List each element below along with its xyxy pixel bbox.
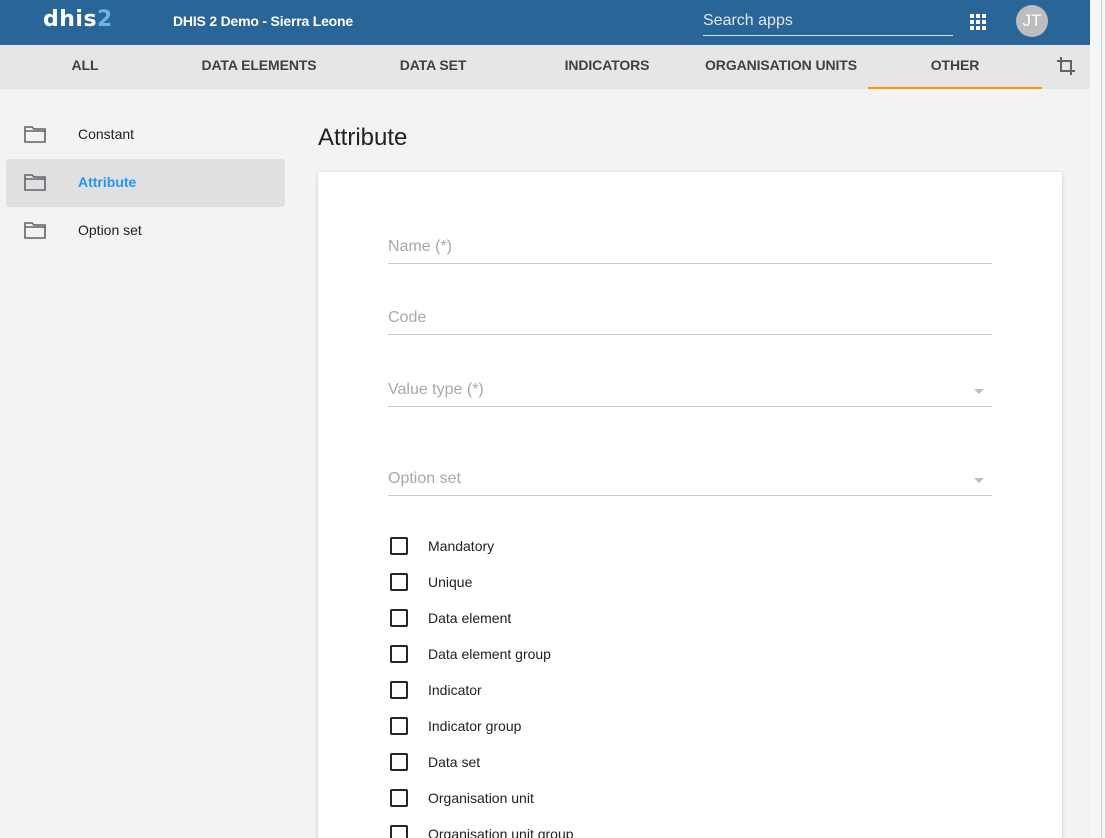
dhis2-logo[interactable]: dhis2 (43, 7, 113, 32)
checkbox-label: Mandatory (428, 538, 495, 554)
checkbox-box[interactable] (390, 717, 408, 735)
sidebar-item-label: Attribute (78, 174, 137, 190)
value-type-placeholder: Value type (*) (388, 381, 484, 398)
folder-icon (24, 174, 46, 191)
sidebar-item-label: Constant (78, 126, 135, 142)
checkbox-box[interactable] (390, 825, 408, 838)
checkbox-box[interactable] (390, 609, 408, 627)
checkbox-label: Indicator group (428, 718, 522, 734)
dropdown-arrow-icon (974, 478, 984, 483)
page-title: Attribute (318, 124, 408, 151)
search-apps-field[interactable] (703, 8, 953, 36)
value-type-select[interactable]: Value type (*) (388, 373, 992, 407)
name-field[interactable]: Name (*) (388, 230, 992, 264)
tab-data-elements[interactable]: DATA ELEMENTS (174, 45, 344, 89)
section-tabs: ALL DATA ELEMENTS DATA SET INDICATORS OR… (0, 45, 1090, 89)
sidebar-item-constant[interactable]: Constant (6, 111, 285, 159)
checkbox-box[interactable] (390, 753, 408, 771)
checkbox-box[interactable] (390, 573, 408, 591)
search-input[interactable] (703, 8, 953, 35)
code-field[interactable]: Code (388, 301, 992, 335)
code-field-placeholder: Code (388, 309, 427, 326)
checkbox-box[interactable] (390, 645, 408, 663)
option-set-select[interactable]: Option set (388, 462, 992, 496)
dropdown-arrow-icon (974, 389, 984, 394)
folder-icon (24, 126, 46, 143)
checkbox-label: Organisation unit (428, 790, 534, 806)
checkbox-label: Indicator (428, 682, 482, 698)
sidebar-item-attribute[interactable]: Attribute (6, 159, 285, 207)
checkbox-label: Data set (428, 754, 481, 770)
checkbox-label: Organisation unit group (428, 826, 574, 838)
window-edge (1090, 0, 1105, 838)
apps-grid-icon[interactable] (970, 14, 986, 30)
sidebar-item-label: Option set (78, 222, 142, 238)
tab-organisation-units[interactable]: ORGANISATION UNITS (696, 45, 866, 89)
checkbox-box[interactable] (390, 789, 408, 807)
checkbox-label: Data element group (428, 646, 551, 662)
attribute-form-card: Name (*) Code Value type (*) Option set … (318, 172, 1062, 838)
crop-icon[interactable] (1054, 54, 1078, 78)
checkbox-box[interactable] (390, 681, 408, 699)
option-set-placeholder: Option set (388, 470, 461, 487)
checkbox-label: Unique (428, 574, 473, 590)
tab-all[interactable]: ALL (0, 45, 170, 89)
folder-icon (24, 222, 46, 239)
checkbox-label: Data element (428, 610, 512, 626)
tab-data-set[interactable]: DATA SET (348, 45, 518, 89)
app-title: DHIS 2 Demo - Sierra Leone (173, 13, 353, 29)
tab-other[interactable]: OTHER (868, 45, 1042, 89)
name-field-placeholder: Name (*) (388, 238, 453, 255)
sidebar-item-option-set[interactable]: Option set (6, 207, 285, 255)
user-avatar[interactable]: JT (1016, 5, 1048, 37)
checkbox-box[interactable] (390, 537, 408, 555)
tab-indicators[interactable]: INDICATORS (522, 45, 692, 89)
app-header: dhis2 DHIS 2 Demo - Sierra Leone JT (0, 0, 1090, 45)
